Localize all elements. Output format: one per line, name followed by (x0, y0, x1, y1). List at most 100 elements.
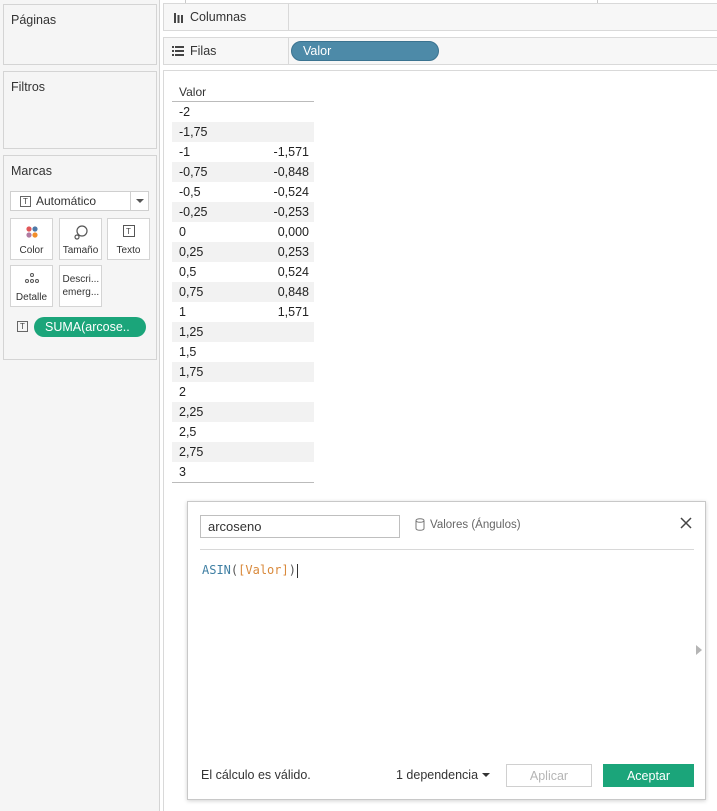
table-row[interactable]: -1,75 (172, 122, 314, 142)
text-field-pill-label: SUMA(arcose.. (45, 320, 130, 334)
filters-title: Filtros (11, 80, 46, 94)
valor-cell: 1 (179, 305, 186, 319)
formula-editor[interactable]: ASIN([Valor]) (202, 563, 298, 578)
valor-cell: 0,5 (179, 265, 197, 279)
calc-status: El cálculo es válido. (201, 768, 311, 782)
mark-type-value: Automático (36, 194, 97, 208)
table-header[interactable]: Valor (172, 83, 314, 102)
table-row[interactable]: 0,25 0,253 (172, 242, 314, 262)
arcoseno-cell: 0,524 (277, 265, 309, 279)
arcoseno-cell: 0,848 (277, 285, 309, 299)
table-row[interactable]: 0,5 0,524 (172, 262, 314, 282)
rows-field-pill-label: Valor (303, 44, 332, 58)
table-row[interactable]: -0,25 -0,253 (172, 202, 314, 222)
apply-button[interactable]: Aplicar (506, 764, 592, 787)
valor-cell: 1,75 (179, 365, 204, 379)
color-button[interactable]: Color (10, 218, 53, 260)
color-dots-icon (11, 225, 52, 239)
formula-paren-close: ) (288, 563, 296, 577)
text-field-pill[interactable]: SUMA(arcose.. (34, 317, 146, 337)
datasource-label: Valores (Ángulos) (415, 518, 521, 531)
size-button[interactable]: Tamaño (59, 218, 102, 260)
valor-cell: -0,75 (179, 165, 208, 179)
table-row[interactable]: -0,75 -0,848 (172, 162, 314, 182)
valor-cell: -0,25 (179, 205, 208, 219)
dialog-divider (200, 549, 694, 550)
arcoseno-cell: 1,571 (277, 305, 309, 319)
formula-field: [Valor] (238, 563, 289, 577)
arcoseno-cell: -1,571 (273, 145, 309, 159)
table-row[interactable]: -0,5 -0,524 (172, 182, 314, 202)
text-mark-icon: T (20, 195, 31, 207)
table-row[interactable]: 2 (172, 382, 314, 402)
text-button[interactable]: T Texto (107, 218, 150, 260)
calc-name-input[interactable]: arcoseno (200, 515, 400, 538)
valor-cell: 1,5 (179, 345, 197, 359)
rows-label: Filas (164, 38, 289, 64)
ok-button[interactable]: Aceptar (603, 764, 694, 787)
valor-cell: -2 (179, 105, 191, 119)
arcoseno-cell: -0,848 (273, 165, 309, 179)
mark-type-dropdown[interactable]: T Automático (10, 191, 149, 211)
close-icon (680, 517, 692, 529)
arcoseno-cell: 0,253 (277, 245, 309, 259)
columns-label-text: Columnas (190, 10, 247, 24)
chevron-down-icon (482, 773, 491, 777)
dropdown-arrow[interactable] (130, 192, 148, 210)
detail-dots-icon (11, 272, 52, 284)
size-icon (60, 225, 101, 241)
valor-cell: 0 (179, 225, 186, 239)
valor-cell: -1 (179, 145, 191, 159)
text-icon: T (108, 225, 149, 237)
rows-label-text: Filas (190, 44, 217, 58)
valor-cell: 2,5 (179, 425, 197, 439)
table-row[interactable]: 0,75 0,848 (172, 282, 314, 302)
table-row[interactable]: -1 -1,571 (172, 142, 314, 162)
table-row[interactable]: -2 (172, 102, 314, 122)
valor-cell: 2,75 (179, 445, 204, 459)
data-table: Valor -2 -1,75 -1 -1,571 -0,75 -0,848 -0,5 -0,5… (172, 83, 314, 483)
text-label: Texto (116, 245, 141, 256)
detail-button[interactable]: Detalle (10, 265, 53, 307)
filters-card[interactable]: Filtros (3, 71, 157, 149)
table-row[interactable]: 2,25 (172, 402, 314, 422)
table-row[interactable]: 2,5 (172, 422, 314, 442)
expand-panel-arrow-icon[interactable] (696, 645, 702, 655)
table-row[interactable]: 0 0,000 (172, 222, 314, 242)
rows-field-pill[interactable]: Valor (291, 41, 439, 61)
table-row[interactable]: 1 1,571 (172, 302, 314, 322)
columns-icon (171, 12, 185, 23)
database-icon (415, 518, 425, 531)
tooltip-label: Descri... emerg... (62, 274, 100, 298)
valor-cell: 0,25 (179, 245, 204, 259)
close-button[interactable] (678, 515, 694, 531)
dependencies-dropdown[interactable]: 1 dependencia (396, 768, 491, 782)
arcoseno-cell: -0,253 (273, 205, 309, 219)
valor-cell: -1,75 (179, 125, 208, 139)
marks-title: Marcas (11, 164, 52, 178)
table-row[interactable]: 1,75 (172, 362, 314, 382)
table-row[interactable]: 3 (172, 462, 314, 482)
table-row[interactable]: 2,75 (172, 442, 314, 462)
rows-shelf[interactable]: Filas (163, 37, 717, 65)
arcoseno-cell: -0,524 (273, 185, 309, 199)
columns-shelf[interactable]: Columnas (163, 3, 717, 31)
table-row[interactable]: 1,25 (172, 322, 314, 342)
datasource-text: Valores (Ángulos) (430, 518, 521, 531)
text-caret (296, 563, 298, 578)
columns-label: Columnas (164, 4, 289, 30)
text-mark-icon: T (17, 321, 28, 332)
table-row[interactable]: 1,5 (172, 342, 314, 362)
rows-icon (171, 46, 185, 56)
table-bottom-rule (172, 482, 314, 483)
color-label: Color (19, 245, 44, 256)
valor-cell: 2 (179, 385, 186, 399)
pages-card[interactable]: Páginas (3, 4, 157, 65)
pages-title: Páginas (11, 13, 57, 27)
arcoseno-cell: 0,000 (277, 225, 309, 239)
tooltip-button[interactable]: Descri... emerg... (59, 265, 102, 307)
formula-function: ASIN (202, 563, 231, 577)
valor-cell: 2,25 (179, 405, 204, 419)
size-label: Tamaño (62, 245, 99, 256)
valor-cell: 0,75 (179, 285, 204, 299)
